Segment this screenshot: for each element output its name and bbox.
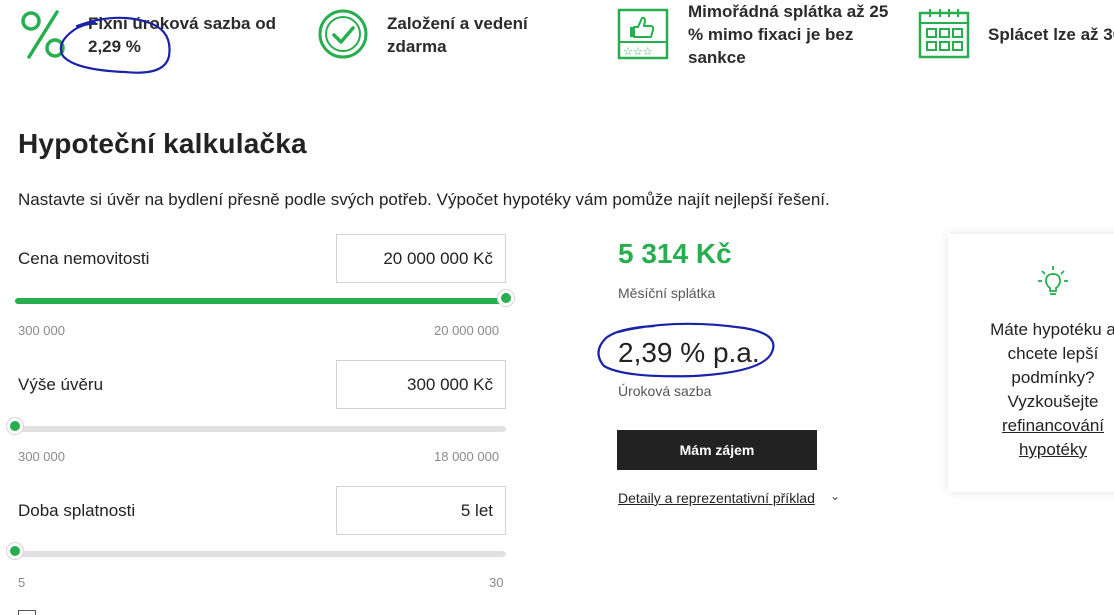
feature-text: Mimořádná splátka až 25 % mimo fixaci je… bbox=[688, 2, 889, 67]
loan-term-slider[interactable] bbox=[7, 543, 506, 559]
calculator-intro: Nastavte si úvěr na bydlení přesně podle… bbox=[18, 190, 830, 209]
loan-amount-slider[interactable] bbox=[7, 418, 506, 434]
slider-handle[interactable] bbox=[498, 290, 514, 306]
monthly-payment-amount: 5 314 Kč bbox=[618, 238, 732, 269]
feature-free-account: Založení a vedení zdarma bbox=[300, 0, 600, 80]
lightbulb-icon bbox=[1036, 264, 1070, 303]
feature-text: Splácet lze až 30 bbox=[988, 25, 1114, 44]
property-price-slider[interactable] bbox=[15, 290, 514, 306]
property-price-input[interactable] bbox=[336, 234, 506, 283]
interest-rate-label: Úroková sazba bbox=[618, 383, 712, 399]
monthly-payment-label: Měsíční splátka bbox=[618, 285, 716, 301]
percent-icon bbox=[19, 8, 67, 65]
loan-amount-input[interactable] bbox=[336, 360, 506, 409]
slider-min-label: 300 000 bbox=[18, 323, 65, 338]
refinance-card: Máte hypotéku a chcete lepší podmínky? V… bbox=[948, 234, 1114, 492]
slider-min-label: 5 bbox=[18, 575, 26, 590]
feature-fixed-rate: Fixní úroková sazba od 2,29 % bbox=[0, 0, 300, 80]
feature-text: Založení a vedení zdarma bbox=[387, 14, 528, 56]
page-title: Hypoteční kalkulačka bbox=[18, 128, 307, 159]
checkmark-circle-icon bbox=[317, 8, 369, 65]
refinance-link[interactable]: refinancování hypotéky bbox=[1002, 416, 1104, 459]
slider-max-label: 30 bbox=[489, 575, 504, 590]
calendar-grid-icon bbox=[918, 8, 970, 65]
interest-rate-value: 2,39 % p.a. bbox=[618, 337, 760, 368]
property-price-label: Cena nemovitosti bbox=[18, 249, 150, 268]
loan-term-label: Doba splatnosti bbox=[18, 501, 136, 520]
thumbs-up-rating-icon: ☆☆☆ bbox=[617, 8, 669, 65]
svg-text:☆☆☆: ☆☆☆ bbox=[623, 45, 653, 58]
slider-fill bbox=[15, 298, 506, 304]
feature-extra-payment: ☆☆☆ Mimořádná splátka až 25 % mimo fixac… bbox=[600, 0, 910, 80]
slider-max-label: 20 000 000 bbox=[434, 323, 500, 338]
feature-text: Fixní úroková sazba od 2,29 % bbox=[88, 14, 276, 56]
interest-button[interactable]: Mám zájem bbox=[617, 430, 817, 470]
refinance-text: Máte hypotéku a chcete lepší podmínky? V… bbox=[978, 318, 1114, 462]
slider-min-label: 300 000 bbox=[18, 449, 65, 464]
slider-handle[interactable] bbox=[7, 543, 23, 559]
checkbox[interactable] bbox=[18, 610, 36, 615]
loan-term-input[interactable] bbox=[336, 486, 506, 535]
details-link[interactable]: Detaily a reprezentativní příklad bbox=[618, 490, 815, 506]
refinance-question: Máte hypotéku a chcete lepší podmínky? V… bbox=[990, 320, 1114, 411]
loan-amount-label: Výše úvěru bbox=[18, 375, 104, 394]
feature-repayment-period: Splácet lze až 30 bbox=[910, 0, 1114, 80]
slider-handle[interactable] bbox=[7, 418, 23, 434]
slider-max-label: 18 000 000 bbox=[434, 449, 500, 464]
chevron-down-icon[interactable]: ⌄ bbox=[830, 489, 840, 503]
